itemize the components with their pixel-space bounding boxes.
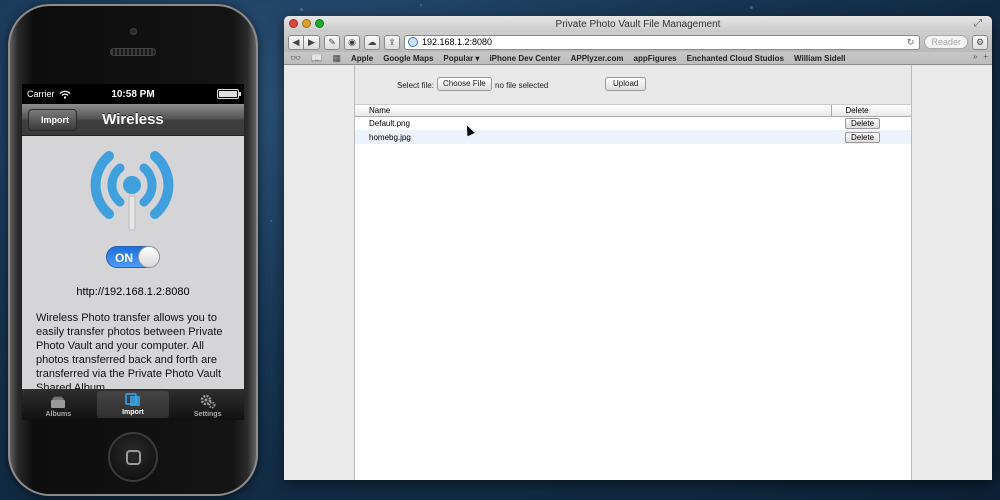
navigation-bar: Import Wireless bbox=[22, 104, 244, 136]
upload-button[interactable]: Upload bbox=[605, 77, 647, 91]
window-controls bbox=[289, 19, 324, 28]
tools-icon[interactable]: ✎ bbox=[324, 34, 340, 50]
status-time: 10:58 PM bbox=[111, 88, 155, 100]
phone-screen: Carrier 10:58 PM Import Wireless ON http… bbox=[22, 84, 244, 420]
column-header-delete: Delete bbox=[830, 105, 911, 117]
tab-albums[interactable]: Albums bbox=[22, 389, 95, 420]
tab-settings[interactable]: Settings bbox=[171, 389, 244, 420]
minimize-window-button[interactable] bbox=[302, 19, 311, 28]
address-text: 192.168.1.2:8080 bbox=[422, 37, 493, 47]
albums-icon bbox=[51, 396, 66, 408]
delete-cell: Delete bbox=[831, 130, 911, 144]
tab-label: Import bbox=[122, 409, 144, 416]
wireless-toggle[interactable]: ON bbox=[106, 246, 160, 268]
back-button-import[interactable]: Import bbox=[28, 109, 77, 131]
home-button[interactable] bbox=[108, 432, 158, 482]
bookmark-popular[interactable]: Popular ▾ bbox=[443, 54, 479, 63]
battery-icon bbox=[217, 89, 241, 99]
choose-file-button[interactable]: Choose File bbox=[437, 77, 492, 91]
home-square-icon bbox=[126, 450, 141, 465]
bookmark-william-sidell[interactable]: William Sidell bbox=[794, 54, 846, 63]
bookmark-applyzer[interactable]: APPlyzer.com bbox=[571, 54, 624, 63]
globe-icon bbox=[408, 37, 418, 47]
iphone-device: Carrier 10:58 PM Import Wireless ON http… bbox=[8, 4, 258, 496]
table-header-row: Name Delete bbox=[355, 105, 911, 117]
safari-window: Private Photo Vault File Management ⤢ ◀ … bbox=[284, 16, 992, 480]
bookmark-iphone-dev-center[interactable]: iPhone Dev Center bbox=[489, 54, 560, 63]
page-viewport: Select file: Choose File no file selecte… bbox=[284, 65, 992, 480]
address-bar[interactable]: 192.168.1.2:8080 ↻ bbox=[404, 34, 921, 50]
background-sparkle bbox=[750, 6, 753, 9]
back-forward-group: ◀ ▶ bbox=[288, 34, 320, 50]
bookmark-google-maps[interactable]: Google Maps bbox=[383, 54, 433, 63]
status-bar: Carrier 10:58 PM bbox=[22, 84, 244, 104]
reader-button[interactable]: Reader bbox=[924, 35, 968, 49]
tab-import[interactable]: Import bbox=[96, 391, 170, 418]
table-row: homebg.jpg Delete bbox=[355, 130, 911, 144]
delete-button[interactable]: Delete bbox=[845, 131, 881, 143]
bookmark-appfigures[interactable]: appFigures bbox=[634, 54, 677, 63]
no-file-text: no file selected bbox=[495, 81, 549, 90]
tab-label: Settings bbox=[193, 411, 222, 418]
reading-list-icon[interactable]: 👓 bbox=[290, 53, 301, 64]
earpiece-speaker bbox=[110, 48, 156, 56]
select-file-label: Select file: bbox=[397, 81, 434, 90]
background-sparkle bbox=[420, 4, 422, 6]
overflow-chevron-icon[interactable]: » bbox=[973, 52, 977, 61]
file-name: Default.png bbox=[369, 118, 410, 128]
back-button[interactable]: ◀ bbox=[288, 34, 304, 50]
bookmarks-overflow: » + bbox=[973, 52, 988, 61]
file-management-page: Select file: Choose File no file selecte… bbox=[354, 65, 912, 480]
bookmarks-bar: 👓 📖 ▦ Apple Google Maps Popular ▾ iPhone… bbox=[284, 52, 992, 65]
nav-title: Wireless bbox=[102, 111, 164, 128]
battery-tip bbox=[239, 92, 241, 96]
icloud-icon[interactable]: ☁ bbox=[364, 34, 380, 50]
description-text: Wireless Photo transfer allows you to ea… bbox=[36, 312, 223, 389]
background-sparkle bbox=[270, 220, 272, 222]
server-url: http://192.168.1.2:8080 bbox=[76, 286, 190, 298]
tab-label: Albums bbox=[45, 411, 72, 418]
top-sites-icon[interactable]: ▦ bbox=[332, 53, 341, 64]
bookmark-apple[interactable]: Apple bbox=[351, 54, 373, 63]
browser-toolbar: ◀ ▶ ✎ ◉ ☁ ⇪ 192.168.1.2:8080 ↻ Reader ⚙ bbox=[284, 32, 992, 52]
bookmark-enchanted-cloud-studios[interactable]: Enchanted Cloud Studios bbox=[687, 54, 784, 63]
background-sparkle bbox=[300, 8, 303, 11]
toggle-label: ON bbox=[115, 251, 133, 265]
window-title: Private Photo Vault File Management bbox=[555, 18, 721, 30]
tab-bar: Albums Import Settings bbox=[22, 389, 244, 420]
bookmarks-book-icon[interactable]: 📖 bbox=[311, 53, 322, 64]
upload-form: Select file: Choose File no file selecte… bbox=[355, 65, 911, 105]
history-icon[interactable]: ◉ bbox=[344, 34, 360, 50]
close-window-button[interactable] bbox=[289, 19, 298, 28]
new-tab-icon[interactable]: + bbox=[983, 52, 988, 61]
forward-button[interactable]: ▶ bbox=[304, 34, 320, 50]
fullscreen-icon[interactable]: ⤢ bbox=[974, 18, 982, 29]
gear-icon bbox=[200, 394, 216, 409]
column-header-name: Name bbox=[355, 105, 831, 117]
share-icon[interactable]: ⇪ bbox=[384, 34, 400, 50]
battery-level bbox=[219, 91, 237, 97]
zoom-window-button[interactable] bbox=[315, 19, 324, 28]
table-row: Default.png Delete bbox=[355, 116, 911, 130]
import-icon bbox=[125, 393, 140, 406]
file-table: Name Delete Default.png Delete homebg.jp… bbox=[355, 105, 911, 144]
toggle-knob bbox=[138, 246, 160, 268]
file-name: homebg.jpg bbox=[355, 130, 831, 144]
reload-icon[interactable]: ↻ bbox=[907, 37, 915, 48]
delete-cell: Delete bbox=[831, 116, 911, 130]
front-camera bbox=[130, 28, 137, 35]
settings-icon[interactable]: ⚙ bbox=[972, 34, 988, 50]
wireless-content: ON http://192.168.1.2:8080 Wireless Phot… bbox=[22, 136, 244, 389]
delete-button[interactable]: Delete bbox=[845, 117, 881, 129]
wireless-broadcast-icon bbox=[90, 151, 174, 231]
title-bar: Private Photo Vault File Management ⤢ bbox=[284, 16, 992, 32]
